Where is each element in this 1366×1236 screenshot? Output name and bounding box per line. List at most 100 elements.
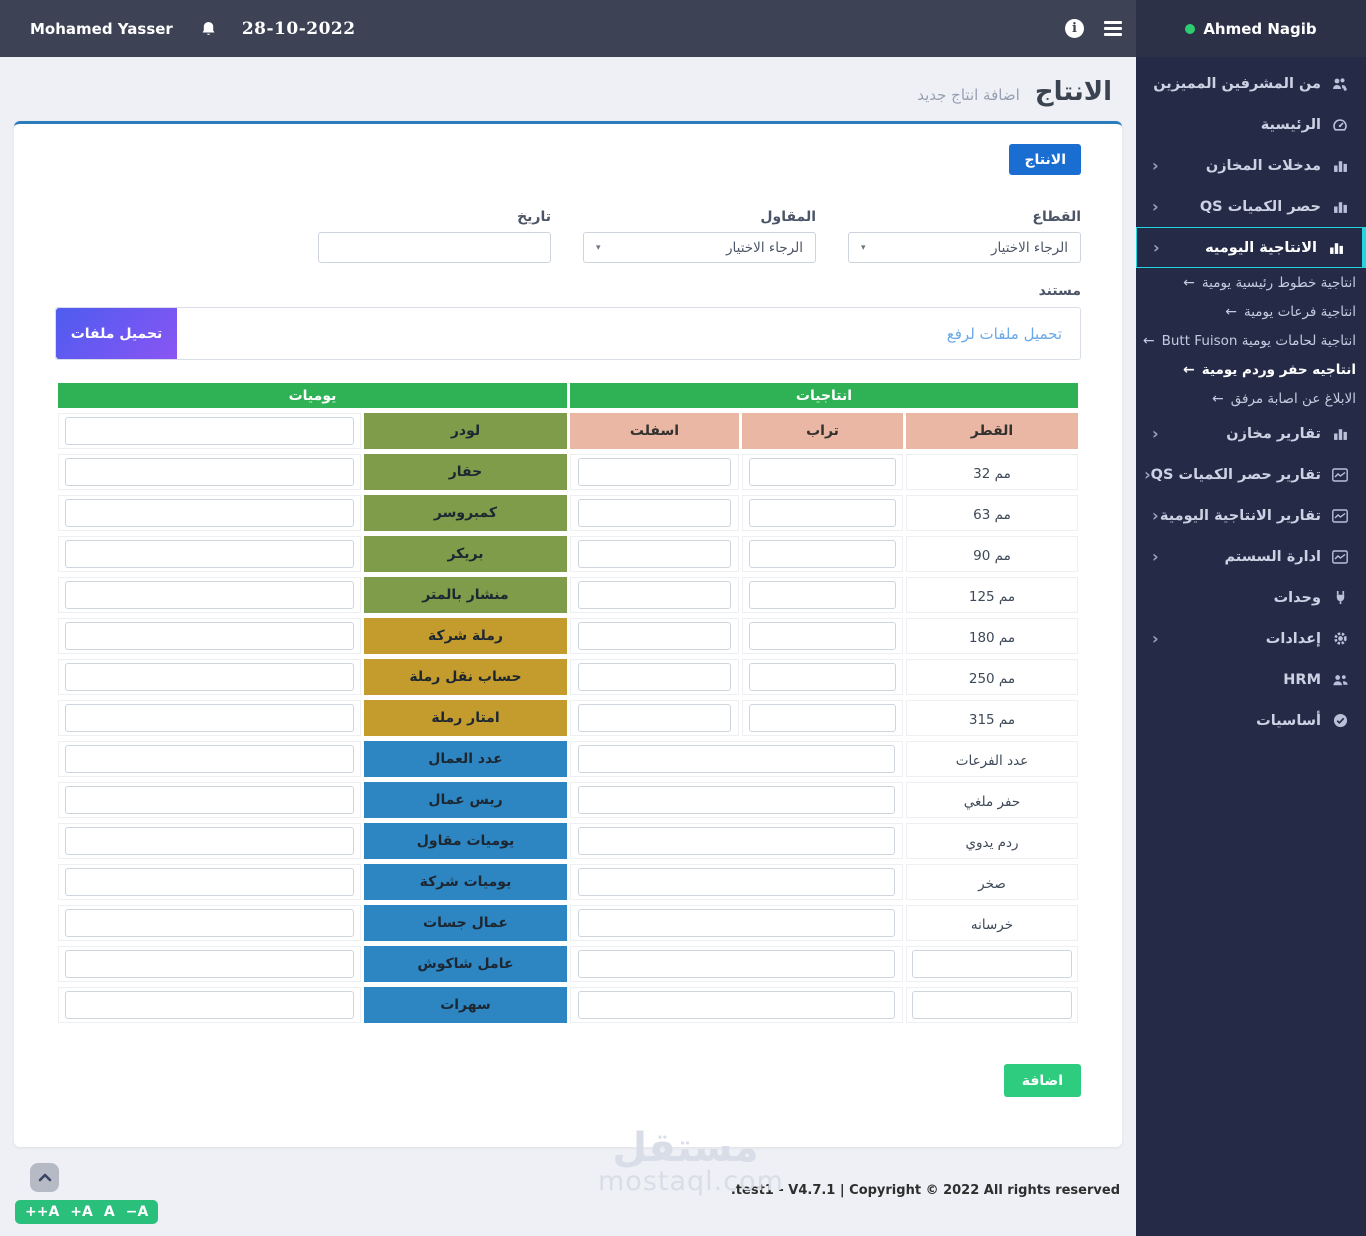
- font-size-button[interactable]: ++A: [25, 1204, 59, 1220]
- scroll-to-top-button[interactable]: [30, 1163, 59, 1192]
- asphalt-input[interactable]: [577, 581, 732, 609]
- font-size-button[interactable]: −A: [126, 1204, 149, 1220]
- daily-input[interactable]: [65, 991, 354, 1019]
- contractor-select[interactable]: الرجاء الاختيار ▾: [583, 232, 816, 263]
- topbar: Mohamed Yasser 28-10-2022 i: [0, 0, 1136, 57]
- daily-label-cell: يوميات شركة: [363, 864, 567, 900]
- users-gear-icon: [1330, 77, 1350, 91]
- daily-input-cell: [58, 905, 361, 941]
- sidebar-subitem[interactable]: انتاجية لحامات يومية Butt Fuison ←: [1136, 326, 1366, 355]
- font-size-button[interactable]: A: [104, 1204, 115, 1220]
- font-size-button[interactable]: +A: [70, 1204, 93, 1220]
- contractor-select-value: الرجاء الاختيار: [726, 239, 803, 256]
- daily-input[interactable]: [65, 499, 354, 527]
- wide-input[interactable]: [577, 950, 896, 978]
- sidebar-item[interactable]: أساسيات: [1136, 700, 1366, 741]
- sector-select[interactable]: الرجاء الاختيار ▾: [848, 232, 1081, 263]
- dirt-input[interactable]: [749, 540, 896, 568]
- dirt-input[interactable]: [749, 704, 896, 732]
- table-row: سهرات: [58, 987, 1078, 1023]
- asphalt-input[interactable]: [577, 458, 732, 486]
- sidebar-subitem[interactable]: انتاجية فرعات يومية ←: [1136, 297, 1366, 326]
- sidebar-item[interactable]: مدخلات المخازن ‹: [1136, 145, 1366, 186]
- daily-input[interactable]: [65, 950, 354, 978]
- hamburger-menu-icon[interactable]: [1104, 21, 1122, 36]
- daily-input[interactable]: [65, 786, 354, 814]
- wide-input[interactable]: [577, 868, 896, 896]
- production-tab-button[interactable]: الانتاج: [1009, 144, 1081, 175]
- chevron-up-icon: [38, 1173, 51, 1182]
- sidebar-subitem-label: انتاجية فرعات يومية: [1244, 303, 1356, 320]
- sidebar-subitem[interactable]: انتاجيه حفر وردم يومية ←: [1136, 355, 1366, 384]
- daily-input[interactable]: [65, 868, 354, 896]
- chevron-left-icon: ‹: [1152, 155, 1159, 175]
- sidebar-user-header[interactable]: Ahmed Nagib: [1136, 0, 1366, 57]
- sidebar-item[interactable]: تقارير حصر الكميات QS ‹: [1136, 454, 1366, 495]
- sidebar-item[interactable]: تقارير الانتاجية اليومية ‹: [1136, 495, 1366, 536]
- table-row: 125 مم منشار بالمتر: [58, 577, 1078, 613]
- notifications-bell-icon[interactable]: [201, 20, 216, 37]
- daily-input[interactable]: [65, 745, 354, 773]
- asphalt-input[interactable]: [577, 663, 732, 691]
- sidebar-item[interactable]: HRM: [1136, 659, 1366, 700]
- asphalt-input[interactable]: [577, 540, 732, 568]
- upload-files-button[interactable]: تحميل ملفات: [56, 308, 177, 359]
- upload-dropzone[interactable]: تحميل ملفات لرفع تحميل ملفات: [55, 307, 1081, 360]
- table-row: خرسانه عمال جسات: [58, 905, 1078, 941]
- upload-placeholder-text: تحميل ملفات لرفع: [946, 324, 1062, 343]
- wide-input[interactable]: [577, 786, 896, 814]
- sidebar-item[interactable]: تقارير مخازن ‹: [1136, 413, 1366, 454]
- dirt-input[interactable]: [749, 581, 896, 609]
- sidebar-item[interactable]: إعدادات ‹: [1136, 618, 1366, 659]
- dirt-input[interactable]: [749, 622, 896, 650]
- sidebar: Ahmed Nagib من المشرفين المميزين الرئيسية…: [1136, 0, 1366, 1236]
- filters-row: القطاع الرجاء الاختيار ▾ المقاول الرجاء …: [55, 209, 1081, 263]
- chevron-left-icon: ‹: [1152, 196, 1159, 216]
- wide-input-cell: [569, 864, 903, 900]
- sidebar-item-label: تقارير مخازن: [1226, 425, 1321, 442]
- add-button[interactable]: اضافة: [1003, 1064, 1081, 1097]
- sidebar-item[interactable]: وحدات: [1136, 577, 1366, 618]
- sidebar-item[interactable]: من المشرفين المميزين: [1136, 63, 1366, 104]
- footer-copyright: .test1 - V4.7.1 | Copyright © 2022 All r…: [730, 1183, 1120, 1198]
- wide-input[interactable]: [577, 745, 896, 773]
- date-input[interactable]: [318, 232, 551, 263]
- daily-input[interactable]: [65, 458, 354, 486]
- asphalt-input[interactable]: [577, 499, 732, 527]
- sidebar-item[interactable]: الرئيسية: [1136, 104, 1366, 145]
- sidebar-subitem[interactable]: انتاجية خطوط رئيسية يومية ←: [1136, 268, 1366, 297]
- daily-label-cell: منشار بالمتر: [363, 577, 567, 613]
- wide-input[interactable]: [577, 991, 896, 1019]
- asphalt-input[interactable]: [577, 622, 732, 650]
- daily-input[interactable]: [65, 581, 354, 609]
- daily-input[interactable]: [65, 417, 354, 445]
- daily-input[interactable]: [65, 827, 354, 855]
- daily-input[interactable]: [65, 704, 354, 732]
- daily-input[interactable]: [65, 540, 354, 568]
- daily-input[interactable]: [65, 622, 354, 650]
- asphalt-input[interactable]: [577, 704, 732, 732]
- wide-input-cell: [569, 946, 903, 982]
- table-row: عامل شاكوش: [58, 946, 1078, 982]
- daily-input[interactable]: [65, 663, 354, 691]
- sidebar-item[interactable]: الانتاجية اليوميه ‹: [1136, 227, 1366, 268]
- dirt-input[interactable]: [749, 458, 896, 486]
- custom-diameter-input[interactable]: [912, 950, 1072, 978]
- info-icon[interactable]: i: [1065, 19, 1084, 38]
- extra-row-label-cell: عدد الفرعات: [906, 741, 1078, 777]
- wide-input[interactable]: [577, 909, 896, 937]
- contractor-label: المقاول: [760, 209, 816, 225]
- custom-diameter-input[interactable]: [912, 991, 1072, 1019]
- sidebar-item[interactable]: حصر الكميات QS ‹: [1136, 186, 1366, 227]
- sidebar-item[interactable]: ادارة السستم ‹: [1136, 536, 1366, 577]
- diameter-cell: 180 مم: [906, 618, 1078, 654]
- sector-select-value: الرجاء الاختيار: [991, 239, 1068, 256]
- wide-input[interactable]: [577, 827, 896, 855]
- dirt-input[interactable]: [749, 499, 896, 527]
- table-row: 250 مم حساب نقل رملة: [58, 659, 1078, 695]
- sidebar-subitem[interactable]: الابلاغ عن اصابة مرفق ←: [1136, 384, 1366, 413]
- daily-input-cell: [58, 782, 361, 818]
- dirt-input[interactable]: [749, 663, 896, 691]
- daily-input[interactable]: [65, 909, 354, 937]
- dirt-cell: [742, 618, 903, 654]
